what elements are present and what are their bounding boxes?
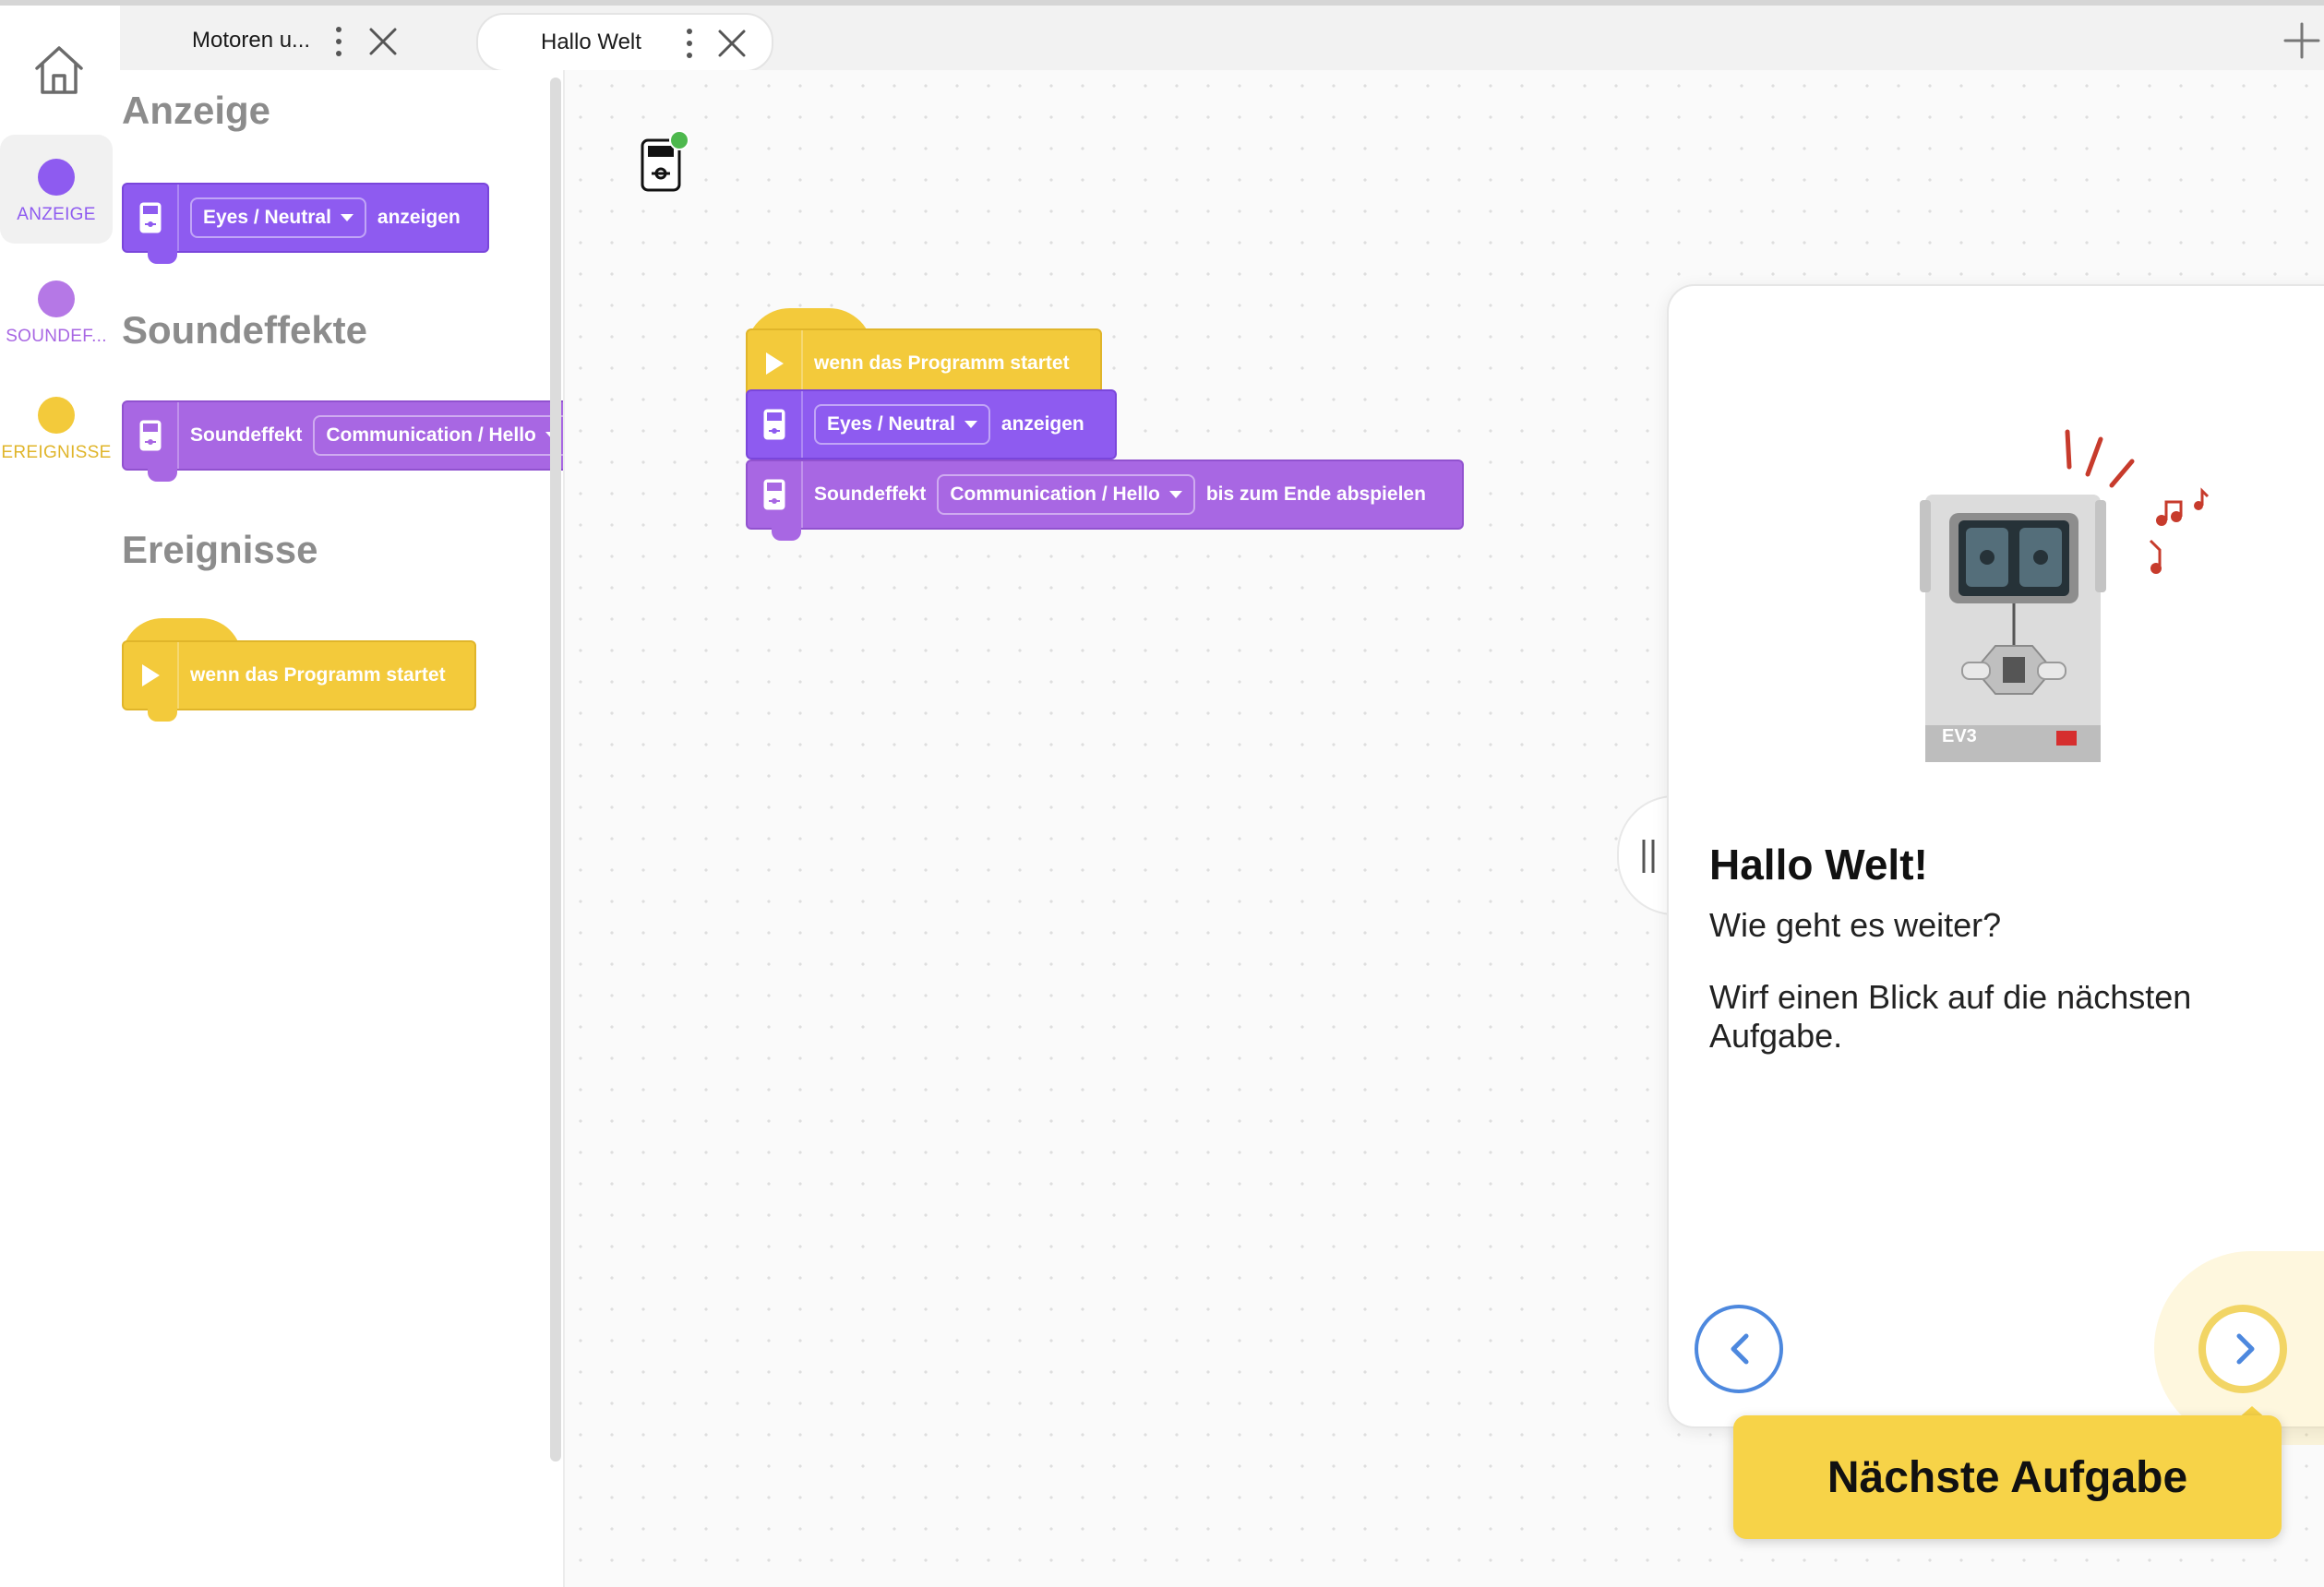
dropdown-value: Communication / Hello	[326, 424, 536, 446]
dropdown-eyes[interactable]: Eyes / Neutral	[190, 197, 366, 238]
lesson-body: Wirf einen Blick auf die nächsten Aufgab…	[1709, 978, 2192, 1055]
chevron-right-icon	[2236, 1333, 2255, 1365]
chevron-down-icon	[964, 421, 977, 428]
next-button[interactable]	[2198, 1305, 2287, 1393]
category-label: EREIGNISSE	[1, 443, 112, 462]
play-icon	[748, 330, 803, 397]
block-notch	[148, 251, 177, 264]
category-dot	[38, 280, 75, 317]
close-icon[interactable]	[367, 26, 399, 57]
brick-icon	[748, 461, 803, 528]
workspace-block-start[interactable]: wenn das Programm startet	[746, 328, 1102, 399]
tab-motoren[interactable]: Motoren u...	[120, 13, 415, 68]
brick-icon	[748, 391, 803, 458]
lesson-subtitle: Wie geht es weiter?	[1709, 906, 2002, 944]
dropdown-value: Communication / Hello	[950, 483, 1160, 505]
ev3-brick-illustration: EV3	[1920, 429, 2210, 762]
block-label: wenn das Programm startet	[190, 664, 446, 686]
plus-icon[interactable]	[2283, 22, 2320, 59]
palette-heading-soundeffekte: Soundeffekte	[122, 308, 368, 352]
category-label: ANZEIGE	[17, 205, 96, 224]
music-note-icon	[2149, 487, 2210, 574]
block-label: bis zum Ende abspielen	[1205, 483, 1426, 505]
workspace-block-sound[interactable]: Soundeffekt Communication / Hello bis zu…	[746, 459, 1464, 530]
chevron-down-icon	[340, 214, 353, 221]
category-label: SOUNDEF...	[6, 327, 107, 346]
dropdown-value: Eyes / Neutral	[203, 207, 331, 228]
palette-scrollbar[interactable]	[550, 78, 561, 1462]
play-icon	[124, 642, 179, 709]
block-label: Soundeffekt	[190, 424, 303, 446]
next-task-button[interactable]: Nächste Aufgabe	[1733, 1415, 2282, 1539]
category-rail: ANZEIGE SOUNDEF... EREIGNISSE	[0, 6, 120, 1587]
tab-hallo-welt[interactable]: Hallo Welt	[476, 13, 773, 72]
palette-heading-ereignisse: Ereignisse	[122, 528, 318, 571]
block-label: Soundeffekt	[814, 483, 927, 505]
close-icon[interactable]	[716, 28, 748, 59]
category-dot	[38, 159, 75, 196]
block-notch	[148, 469, 177, 482]
previous-button[interactable]	[1695, 1305, 1783, 1393]
lesson-title: Hallo Welt!	[1709, 841, 1928, 889]
category-anzeige[interactable]: ANZEIGE	[0, 135, 113, 244]
block-notch	[148, 709, 177, 722]
dropdown-value: Eyes / Neutral	[827, 413, 955, 435]
category-dot	[38, 397, 75, 434]
block-label: anzeigen	[1000, 413, 1084, 435]
block-palette: Anzeige Eyes / Neutral anzeigen Soundeff…	[120, 70, 565, 1587]
kebab-icon[interactable]	[334, 26, 343, 57]
category-soundeffekte[interactable]: SOUNDEF...	[0, 251, 113, 360]
palette-heading-anzeige: Anzeige	[122, 89, 271, 132]
home-icon	[35, 46, 83, 94]
block-notch	[772, 528, 801, 541]
palette-block-start[interactable]: wenn das Programm startet	[122, 640, 476, 710]
workspace-block-display[interactable]: Eyes / Neutral anzeigen	[746, 389, 1117, 459]
tab-title: Hallo Welt	[541, 30, 641, 54]
grip-icon	[1642, 840, 1655, 873]
block-label: anzeigen	[377, 207, 461, 228]
dropdown-sound[interactable]: Communication / Hello	[937, 474, 1195, 515]
tab-bar: Motoren u... Hallo Welt	[120, 6, 2324, 72]
category-ereignisse[interactable]: EREIGNISSE	[0, 367, 113, 476]
home-button[interactable]	[30, 41, 89, 100]
block-label: wenn das Programm startet	[814, 352, 1070, 374]
brick-icon	[124, 185, 179, 251]
palette-block-sound[interactable]: Soundeffekt Communication / Hello	[122, 400, 563, 471]
dropdown-eyes[interactable]: Eyes / Neutral	[814, 404, 990, 445]
brick-label: EV3	[1942, 726, 1977, 746]
chevron-left-icon	[1731, 1333, 1749, 1365]
kebab-icon[interactable]	[685, 28, 694, 59]
tab-title: Motoren u...	[192, 28, 311, 53]
chevron-down-icon	[1168, 491, 1182, 498]
palette-block-display[interactable]: Eyes / Neutral anzeigen	[122, 183, 489, 253]
brick-icon	[124, 402, 179, 469]
dropdown-sound[interactable]: Communication / Hello	[313, 415, 563, 456]
brick-icon[interactable]	[641, 127, 692, 192]
